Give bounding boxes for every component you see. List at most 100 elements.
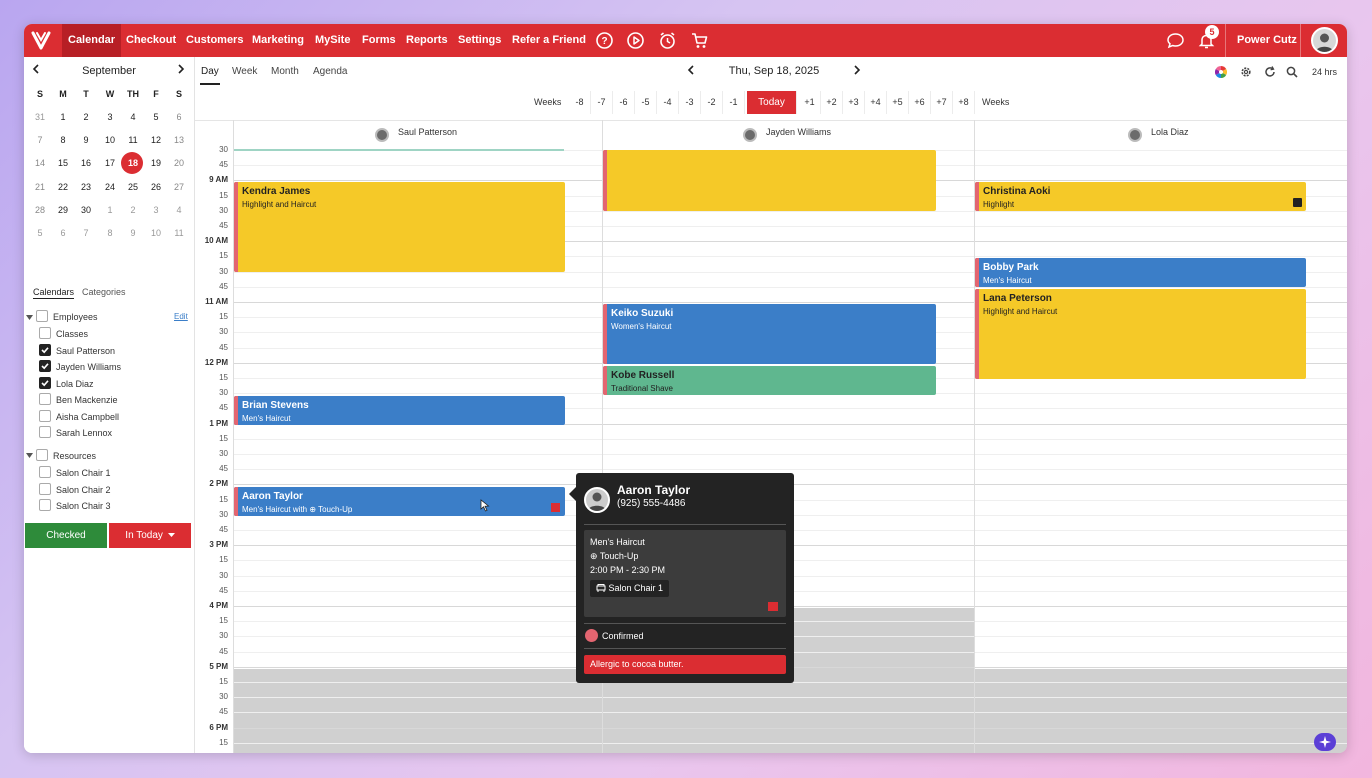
- mini-calendar-day[interactable]: 3: [102, 112, 118, 122]
- mini-calendar-day[interactable]: 26: [148, 182, 164, 192]
- mini-calendar-day[interactable]: 4: [171, 205, 187, 215]
- prev-month-icon[interactable]: [32, 64, 40, 74]
- appointment-card-selected[interactable]: Aaron Taylor Men's Haircut with ⊕ Touch-…: [234, 487, 565, 516]
- popup-status[interactable]: Confirmed: [602, 631, 644, 641]
- resource-name[interactable]: Salon Chair 2: [56, 485, 111, 495]
- mini-calendar-day[interactable]: 11: [125, 135, 141, 145]
- resource-checkbox[interactable]: [39, 466, 51, 478]
- today-button[interactable]: Today: [747, 91, 797, 114]
- employee-checkbox[interactable]: [39, 410, 51, 422]
- view-month[interactable]: Month: [271, 66, 299, 77]
- employee-checkbox[interactable]: [39, 377, 51, 389]
- current-date[interactable]: Thu, Sep 18, 2025: [724, 65, 824, 77]
- collapse-arrow-icon[interactable]: [26, 315, 33, 321]
- nav-reports[interactable]: Reports: [406, 24, 448, 57]
- search-icon[interactable]: [1286, 66, 1298, 78]
- mini-calendar-day[interactable]: 28: [32, 205, 48, 215]
- mini-calendar-day[interactable]: 9: [125, 228, 141, 238]
- nav-marketing[interactable]: Marketing: [252, 24, 304, 57]
- view-week[interactable]: Week: [232, 66, 257, 77]
- nav-refer-a-friend[interactable]: Refer a Friend: [512, 24, 586, 57]
- mini-calendar-day[interactable]: 18: [125, 158, 141, 168]
- employee-name[interactable]: Ben Mackenzie: [56, 395, 118, 405]
- mini-calendar-day[interactable]: 12: [148, 135, 164, 145]
- week-offset-button[interactable]: +3: [843, 91, 865, 114]
- resource-name[interactable]: Salon Chair 3: [56, 501, 111, 511]
- tab-calendars[interactable]: Calendars: [33, 287, 75, 299]
- week-offset-button[interactable]: +1: [799, 91, 821, 114]
- week-offset-button[interactable]: -3: [679, 91, 701, 114]
- week-offset-button[interactable]: +2: [821, 91, 843, 114]
- mini-calendar-day[interactable]: 29: [55, 205, 71, 215]
- collapse-arrow-icon[interactable]: [26, 453, 33, 459]
- appointment-card[interactable]: Christina Aoki Highlight: [975, 182, 1306, 211]
- mini-calendar-day[interactable]: 3: [148, 205, 164, 215]
- nav-customers[interactable]: Customers: [186, 24, 243, 57]
- mini-calendar-day[interactable]: 6: [55, 228, 71, 238]
- week-offset-button[interactable]: +4: [865, 91, 887, 114]
- staff-column-jayden-williams[interactable]: Jayden Williams: [766, 127, 831, 137]
- tab-categories[interactable]: Categories: [82, 287, 126, 297]
- nav-calendar[interactable]: Calendar: [62, 24, 122, 57]
- mini-calendar-day[interactable]: 5: [32, 228, 48, 238]
- appointment-card[interactable]: Lana Peterson Highlight and Haircut: [975, 289, 1306, 379]
- mini-calendar-day[interactable]: 17: [102, 158, 118, 168]
- popup-client-phone[interactable]: (925) 555-4486: [617, 498, 685, 509]
- employee-checkbox[interactable]: [39, 360, 51, 372]
- alarm-icon[interactable]: [658, 31, 677, 50]
- resources-checkbox[interactable]: [36, 449, 48, 461]
- resource-checkbox[interactable]: [39, 483, 51, 495]
- appointment-card[interactable]: Kendra James Highlight and Haircut: [234, 182, 565, 272]
- mini-calendar-day[interactable]: 31: [32, 112, 48, 122]
- mini-calendar-day[interactable]: 11: [171, 228, 187, 238]
- week-offset-button[interactable]: -1: [723, 91, 745, 114]
- mini-calendar-day[interactable]: 22: [55, 182, 71, 192]
- week-offset-button[interactable]: -5: [635, 91, 657, 114]
- next-day-icon[interactable]: [853, 65, 861, 75]
- view-agenda[interactable]: Agenda: [313, 66, 347, 77]
- business-name[interactable]: Power Cutz: [1237, 24, 1297, 57]
- appointment-details-popup[interactable]: Aaron Taylor (925) 555-4486 Men's Haircu…: [569, 473, 794, 683]
- mini-calendar-day[interactable]: 8: [102, 228, 118, 238]
- employee-checkbox[interactable]: [39, 344, 51, 356]
- mini-calendar-day[interactable]: 16: [78, 158, 94, 168]
- mini-calendar-day[interactable]: 1: [102, 205, 118, 215]
- week-offset-button[interactable]: +7: [931, 91, 953, 114]
- mini-calendar-day[interactable]: 30: [78, 205, 94, 215]
- mini-calendar-day[interactable]: 23: [78, 182, 94, 192]
- employee-checkbox[interactable]: [39, 327, 51, 339]
- week-offset-button[interactable]: -8: [569, 91, 591, 114]
- employee-checkbox[interactable]: [39, 426, 51, 438]
- mini-calendar-day[interactable]: 14: [32, 158, 48, 168]
- help-chat-bubble[interactable]: [1314, 733, 1336, 751]
- nav-mysite[interactable]: MySite: [315, 24, 350, 57]
- mini-calendar-day[interactable]: 10: [148, 228, 164, 238]
- mini-calendar-day[interactable]: 27: [171, 182, 187, 192]
- employee-name[interactable]: Jayden Williams: [56, 362, 121, 372]
- play-icon[interactable]: [626, 31, 645, 50]
- mini-calendar-day[interactable]: 15: [55, 158, 71, 168]
- chat-icon[interactable]: [1166, 31, 1185, 50]
- mini-calendar-day[interactable]: 25: [125, 182, 141, 192]
- prev-day-icon[interactable]: [687, 65, 695, 75]
- week-offset-button[interactable]: -6: [613, 91, 635, 114]
- week-offset-button[interactable]: +8: [953, 91, 975, 114]
- mini-calendar-day[interactable]: 19: [148, 158, 164, 168]
- mini-calendar-day[interactable]: 20: [171, 158, 187, 168]
- refresh-icon[interactable]: [1264, 66, 1276, 78]
- employees-checkbox[interactable]: [36, 310, 48, 322]
- settings-gear-icon[interactable]: [1240, 66, 1252, 78]
- resource-checkbox[interactable]: [39, 499, 51, 511]
- mini-calendar-day[interactable]: 24: [102, 182, 118, 192]
- mini-calendar-day[interactable]: 6: [171, 112, 187, 122]
- staff-column-lola-diaz[interactable]: Lola Diaz: [1151, 127, 1189, 137]
- week-offset-button[interactable]: +5: [887, 91, 909, 114]
- mini-calendar-day[interactable]: 1: [55, 112, 71, 122]
- cart-icon[interactable]: [690, 31, 709, 50]
- logo-icon[interactable]: [28, 27, 54, 53]
- mini-calendar-day[interactable]: 13: [171, 135, 187, 145]
- appointment-card[interactable]: Bobby Park Men's Haircut: [975, 258, 1306, 287]
- employee-name[interactable]: Saul Patterson: [56, 346, 115, 356]
- popup-client-name[interactable]: Aaron Taylor: [617, 483, 690, 497]
- mini-calendar-day[interactable]: 4: [125, 112, 141, 122]
